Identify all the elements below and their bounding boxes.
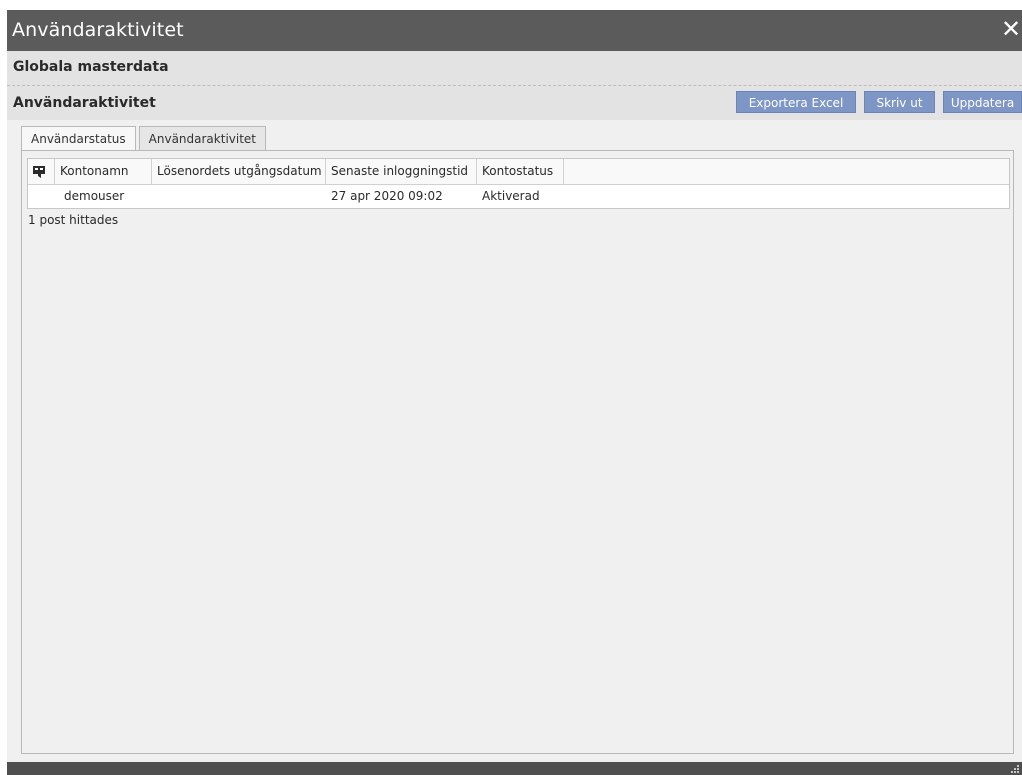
cell-account: demouser xyxy=(64,189,125,203)
update-button[interactable]: Uppdatera xyxy=(943,91,1022,113)
tab-bar: Användarstatus Användaraktivitet xyxy=(21,126,269,152)
dialog-window: Användaraktivitet ✕ Globala masterdata A… xyxy=(7,10,1022,775)
row-filler xyxy=(564,185,1009,208)
dialog-content: Globala masterdata Användaraktivitet Exp… xyxy=(7,51,1022,762)
print-button[interactable]: Skriv ut xyxy=(864,91,935,113)
column-filter-toggle[interactable] xyxy=(28,159,55,184)
cell-last-login: 27 apr 2020 09:02 xyxy=(331,189,443,203)
column-header-account[interactable]: Kontonamn xyxy=(55,159,152,184)
filter-icon xyxy=(33,165,45,178)
column-header-filler xyxy=(564,159,1009,184)
tab-user-status[interactable]: Användarstatus xyxy=(21,126,136,152)
section-title: Globala masterdata xyxy=(13,59,169,75)
close-icon[interactable]: ✕ xyxy=(1000,15,1022,43)
table-row[interactable]: demouser 27 apr 2020 09:02 Aktiverad xyxy=(28,185,1009,208)
resize-grip-icon[interactable] xyxy=(1010,764,1020,774)
row-marker-cell xyxy=(28,185,55,208)
cell-account-status: Aktiverad xyxy=(482,189,540,203)
result-count: 1 post hittades xyxy=(28,213,119,227)
global-masterdata-header: Globala masterdata xyxy=(7,51,1022,86)
status-bar xyxy=(7,762,1022,775)
export-excel-button[interactable]: Exportera Excel xyxy=(736,91,856,113)
cell-password-expiry xyxy=(152,185,326,208)
column-header-last-login[interactable]: Senaste inloggningstid xyxy=(326,159,477,184)
user-status-table: Kontonamn Lösenordets utgångsdatum Senas… xyxy=(27,158,1010,209)
tab-user-activity[interactable]: Användaraktivitet xyxy=(138,126,267,151)
column-header-password-expiry[interactable]: Lösenordets utgångsdatum xyxy=(152,159,326,184)
table-header: Kontonamn Lösenordets utgångsdatum Senas… xyxy=(28,159,1009,185)
window-title: Användaraktivitet xyxy=(12,19,184,41)
tab-panel: Kontonamn Lösenordets utgångsdatum Senas… xyxy=(21,150,1014,754)
column-header-account-status[interactable]: Kontostatus xyxy=(477,159,564,184)
page-title: Användaraktivitet xyxy=(13,95,156,111)
toolbar: Användaraktivitet Exportera Excel Skriv … xyxy=(7,86,1022,120)
title-bar: Användaraktivitet ✕ xyxy=(7,10,1022,51)
